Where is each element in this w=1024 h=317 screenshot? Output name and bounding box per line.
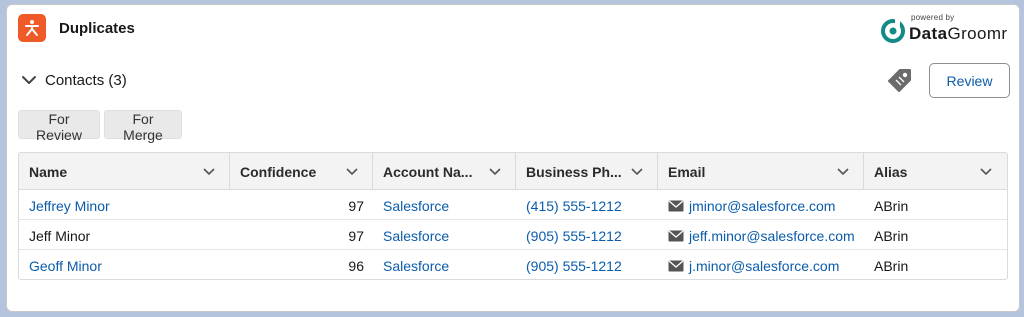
column-header-confidence[interactable]: Confidence bbox=[230, 153, 373, 189]
column-label: Name bbox=[29, 164, 68, 180]
alias-value: ABrin bbox=[874, 258, 909, 274]
confidence-value: 97 bbox=[348, 228, 364, 244]
duplicate-app-icon bbox=[18, 14, 46, 42]
contact-name-link[interactable]: Jeffrey Minor bbox=[29, 198, 110, 214]
envelope-icon bbox=[668, 230, 684, 242]
table-row: Geoff Minor 96 Salesforce (905) 555-1212… bbox=[19, 250, 1007, 279]
column-label: Alias bbox=[874, 164, 908, 180]
phone-link[interactable]: (905) 555-1212 bbox=[526, 258, 622, 274]
powered-by-text: powered by bbox=[911, 13, 955, 22]
chevron-down-icon[interactable] bbox=[21, 74, 37, 86]
email-link[interactable]: jeff.minor@salesforce.com bbox=[689, 228, 855, 244]
contact-name: Jeff Minor bbox=[29, 228, 91, 244]
chevron-down-icon[interactable] bbox=[836, 167, 850, 177]
envelope-icon bbox=[668, 200, 684, 212]
brand-name: DataGroomr bbox=[909, 24, 1007, 44]
brand-name-rest: Groomr bbox=[947, 24, 1008, 43]
column-header-business-phone[interactable]: Business Ph... bbox=[516, 153, 658, 189]
phone-link[interactable]: (415) 555-1212 bbox=[526, 198, 622, 214]
contact-name-link[interactable]: Geoff Minor bbox=[29, 258, 102, 274]
datagroomr-logo: powered by DataGroomr bbox=[881, 13, 1011, 45]
table-row: Jeff Minor 97 Salesforce (905) 555-1212 … bbox=[19, 220, 1007, 250]
chevron-down-icon[interactable] bbox=[202, 167, 216, 177]
table-row: Jeffrey Minor 97 Salesforce (415) 555-12… bbox=[19, 190, 1007, 220]
email-link[interactable]: j.minor@salesforce.com bbox=[689, 258, 839, 274]
card-title: Duplicates bbox=[59, 20, 135, 37]
phone-link[interactable]: (905) 555-1212 bbox=[526, 228, 622, 244]
chevron-down-icon[interactable] bbox=[345, 167, 359, 177]
confidence-value: 97 bbox=[348, 198, 364, 214]
review-button[interactable]: Review bbox=[929, 63, 1010, 98]
column-header-email[interactable]: Email bbox=[658, 153, 864, 189]
datagroomr-mark-icon bbox=[881, 19, 905, 43]
column-header-account-name[interactable]: Account Na... bbox=[373, 153, 516, 189]
filter-for-merge[interactable]: For Merge bbox=[104, 110, 182, 143]
column-label: Confidence bbox=[240, 164, 317, 180]
chevron-down-icon[interactable] bbox=[488, 167, 502, 177]
alias-value: ABrin bbox=[874, 228, 909, 244]
table-header: Name Confidence Account Na... Business P… bbox=[19, 153, 1007, 190]
column-label: Email bbox=[668, 164, 706, 180]
alias-value: ABrin bbox=[874, 198, 909, 214]
filter-for-review[interactable]: For Review bbox=[18, 110, 100, 143]
email-link[interactable]: jminor@salesforce.com bbox=[689, 198, 835, 214]
contacts-table: Name Confidence Account Na... Business P… bbox=[18, 152, 1008, 280]
account-name-link[interactable]: Salesforce bbox=[383, 258, 449, 274]
duplicates-card: Duplicates powered by DataGroomr Contact… bbox=[6, 4, 1020, 312]
account-name-link[interactable]: Salesforce bbox=[383, 198, 449, 214]
confidence-value: 96 bbox=[348, 258, 364, 274]
chevron-down-icon[interactable] bbox=[979, 167, 993, 177]
column-label: Business Ph... bbox=[526, 164, 622, 180]
account-name-link[interactable]: Salesforce bbox=[383, 228, 449, 244]
chevron-down-icon[interactable] bbox=[630, 167, 644, 177]
tag-icon[interactable] bbox=[885, 65, 915, 95]
envelope-icon bbox=[668, 260, 684, 272]
brand-name-bold: Data bbox=[909, 24, 948, 43]
column-label: Account Na... bbox=[383, 164, 473, 180]
column-header-name[interactable]: Name bbox=[19, 153, 230, 189]
column-header-alias[interactable]: Alias bbox=[864, 153, 1007, 189]
section-title[interactable]: Contacts (3) bbox=[45, 72, 127, 89]
